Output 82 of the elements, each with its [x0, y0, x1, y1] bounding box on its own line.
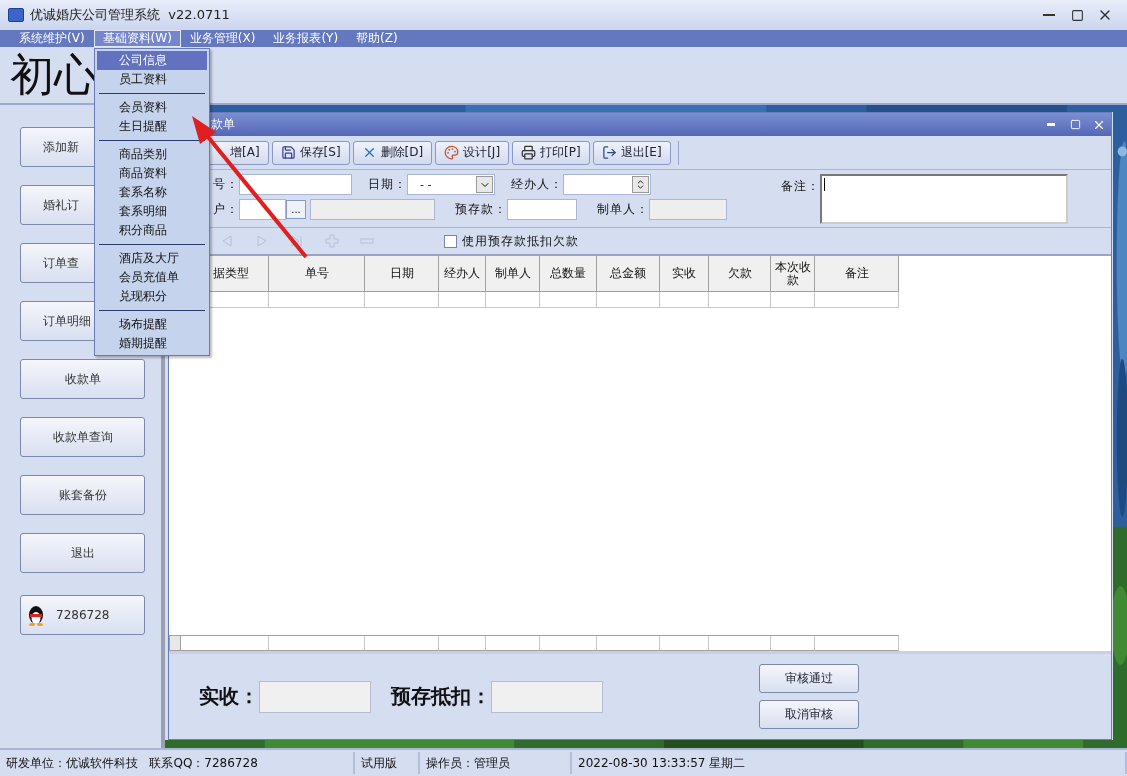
save-icon: [280, 145, 296, 160]
minimize-icon: [1043, 14, 1055, 16]
toolbar-button[interactable]: 保存[S]: [271, 140, 350, 165]
date-field[interactable]: - -: [407, 174, 495, 195]
dropdown-icon[interactable]: [476, 176, 493, 193]
menu-item[interactable]: 系统维护(V): [10, 30, 94, 47]
maximize-icon: [1070, 8, 1084, 22]
toolbar-button[interactable]: 删除[D]: [352, 140, 433, 165]
table-cell: [597, 292, 660, 308]
checkbox-label: 使用预存款抵扣欠款: [462, 232, 579, 250]
review-button[interactable]: 审核通过: [759, 664, 859, 693]
status-text: 2022-08-30 13:33:57 星期二: [572, 752, 1127, 774]
spinner-icon[interactable]: [632, 176, 649, 193]
qq-button[interactable]: 7286728: [20, 595, 145, 635]
side-button[interactable]: 收款单查询: [20, 417, 145, 457]
side-button[interactable]: 退出: [20, 533, 145, 573]
side-button[interactable]: 账套备份: [20, 475, 145, 515]
menu-entry[interactable]: 员工资料: [97, 70, 171, 89]
field-label: 号：: [213, 176, 239, 193]
minimize-icon: [1047, 123, 1055, 126]
status-text: 试用版: [355, 752, 420, 774]
footer-cell: [486, 635, 540, 651]
field-label: 户：: [213, 201, 239, 218]
column-header[interactable]: 日期: [365, 256, 439, 292]
footer-cell: [771, 635, 815, 651]
footer-cell: [709, 635, 771, 651]
footer-cell: [660, 635, 709, 651]
table-cell: [439, 292, 486, 308]
table-cell: [540, 292, 597, 308]
summary-label: 预存抵扣：: [391, 683, 491, 710]
field-label: 备注：: [781, 178, 820, 195]
last-icon[interactable]: [289, 234, 305, 248]
menu-item[interactable]: 业务报表(Y): [264, 30, 348, 47]
menu-entry[interactable]: 公司信息: [97, 51, 207, 70]
column-header[interactable]: 实收: [660, 256, 709, 292]
menu-item[interactable]: 业务管理(X): [180, 30, 265, 47]
browse-button[interactable]: ...: [286, 200, 306, 219]
checkbox[interactable]: [444, 234, 457, 248]
footer-cell: [540, 635, 597, 651]
summary-label: 实收：: [199, 683, 259, 710]
column-header[interactable]: 单号: [269, 256, 365, 292]
toolbar-button[interactable]: 设计[J]: [435, 140, 510, 165]
field-label: 制单人：: [597, 201, 649, 218]
table-cell: [771, 292, 815, 308]
app-icon: [8, 8, 24, 22]
palette-icon: [444, 145, 460, 160]
column-header[interactable]: 备注: [815, 256, 899, 292]
footer-cell: [597, 635, 660, 651]
footer-cell: [439, 635, 486, 651]
field-label: 预存款：: [455, 201, 507, 218]
column-header[interactable]: 欠款: [709, 256, 771, 292]
text-field[interactable]: [507, 199, 577, 220]
toolbar-button[interactable]: 退出[E]: [592, 140, 671, 165]
table-cell: [486, 292, 540, 308]
exit-icon: [601, 145, 617, 160]
spin-field[interactable]: [563, 174, 651, 195]
status-text: 操作员：管理员: [420, 752, 572, 774]
column-header[interactable]: 总金额: [597, 256, 660, 292]
menu-entry[interactable]: 会员资料: [97, 98, 171, 117]
column-header[interactable]: 经办人: [439, 256, 486, 292]
menu-entry[interactable]: 商品资料: [97, 164, 171, 183]
logo-text: 初心: [10, 53, 98, 97]
column-header[interactable]: 总数量: [540, 256, 597, 292]
penguin-icon: [26, 604, 46, 626]
field-label: 日期：: [368, 176, 407, 193]
status-text: 研发单位：优诚软件科技 联系QQ：7286728: [0, 752, 355, 774]
window-title: 优诚婚庆公司管理系统 v22.0711: [30, 6, 231, 24]
menu-item[interactable]: 帮助(Z): [347, 30, 407, 47]
side-button[interactable]: 收款单: [20, 359, 145, 399]
table-cell: [709, 292, 771, 308]
column-header[interactable]: 制单人: [486, 256, 540, 292]
table-cell: [660, 292, 709, 308]
column-header[interactable]: 本次收款: [771, 256, 815, 292]
field-label: 经办人：: [511, 176, 563, 193]
text-field[interactable]: [239, 174, 352, 195]
row-indicator: [169, 635, 181, 651]
maximize-icon: [1069, 119, 1081, 130]
child-window-title: 款单: [211, 116, 236, 133]
remark-field[interactable]: [820, 174, 1068, 224]
toolbar-button[interactable]: 打印[P]: [512, 140, 590, 165]
review-button[interactable]: 取消审核: [759, 700, 859, 729]
print-icon: [521, 145, 537, 160]
